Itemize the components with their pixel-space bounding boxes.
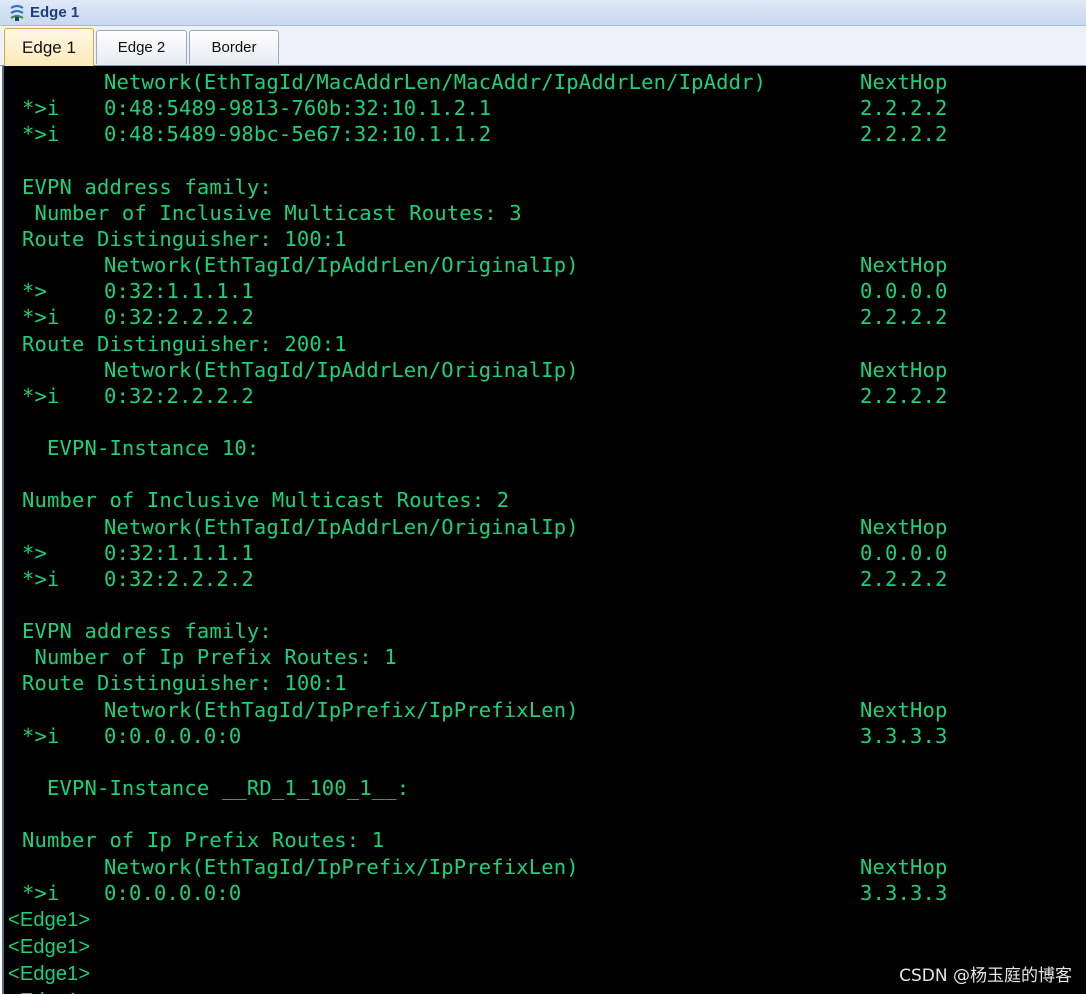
route-network: Network(EthTagId/IpAddrLen/OriginalIp) <box>104 357 579 382</box>
route-flag: *> <box>22 279 47 304</box>
route-network: Network(EthTagId/IpAddrLen/OriginalIp) <box>104 253 579 278</box>
tab-border[interactable]: Border <box>189 30 279 64</box>
route-flag: EVPN-Instance __RD_1_100_1__: <box>22 776 410 801</box>
route-nexthop: 0.0.0.0 <box>860 540 948 565</box>
route-flag: EVPN address family: <box>22 174 272 199</box>
route-flag: Number of Ip Prefix Routes: 1 <box>22 645 397 670</box>
tab-label: Edge 2 <box>117 39 166 56</box>
route-network: 0:32:1.1.1.1 <box>104 279 254 304</box>
terminal-line: EVPN address family: <box>4 174 1084 200</box>
terminal-line: *>i 0:32:2.2.2.2 2.2.2.2 <box>4 566 1084 592</box>
route-network: Network(EthTagId/IpAddrLen/OriginalIp) <box>104 514 579 539</box>
terminal-line: Network(EthTagId/IpPrefix/IpPrefixLen) Ne… <box>4 697 1084 723</box>
terminal-line: Network(EthTagId/MacAddrLen/MacAddr/IpAd… <box>4 69 1084 95</box>
terminal-line: Route Distinguisher: 100:1 <box>4 226 1084 252</box>
route-network: Network(EthTagId/IpPrefix/IpPrefixLen) <box>104 697 579 722</box>
route-nexthop: NextHop <box>860 70 948 94</box>
terminal-line: Number of Inclusive Multicast Routes: 3 <box>4 200 1084 226</box>
terminal-line: *> 0:32:1.1.1.1 0.0.0.0 <box>4 278 1084 304</box>
route-network: 0:0.0.0.0:0 <box>104 880 242 905</box>
route-nexthop: 2.2.2.2 <box>860 566 948 591</box>
route-flag: *>i <box>22 383 60 408</box>
route-nexthop: 2.2.2.2 <box>860 383 948 408</box>
route-flag: EVPN address family: <box>22 619 272 644</box>
session-tab-bar: Edge 1 Edge 2 Border <box>0 26 1086 66</box>
route-flag: Number of Inclusive Multicast Routes: 2 <box>22 488 510 513</box>
route-flag: Number of Ip Prefix Routes: 1 <box>22 828 385 853</box>
terminal-line: Network(EthTagId/IpAddrLen/OriginalIp) Ne… <box>4 514 1084 540</box>
route-network: Network(EthTagId/MacAddrLen/MacAddr/IpAd… <box>104 70 767 94</box>
route-nexthop: 2.2.2.2 <box>860 305 948 330</box>
route-network: 0:48:5489-9813-760b:32:10.1.2.1 <box>104 96 492 121</box>
route-flag: Route Distinguisher: 100:1 <box>22 226 347 251</box>
route-flag: *>i <box>22 96 60 121</box>
terminal-line: EVPN-Instance __RD_1_100_1__: <box>4 775 1084 801</box>
route-flag: *>i <box>22 723 60 748</box>
terminal-line: *>i 0:32:2.2.2.2 2.2.2.2 <box>4 304 1084 330</box>
route-flag: *> <box>22 540 47 565</box>
route-flag: Number of Inclusive Multicast Routes: 3 <box>22 200 522 225</box>
route-network: 0:0.0.0.0:0 <box>104 723 242 748</box>
terminal-line: Route Distinguisher: 100:1 <box>4 670 1084 696</box>
watermark: CSDN @杨玉庭的博客 <box>899 966 1072 986</box>
route-nexthop: NextHop <box>860 854 948 879</box>
terminal-line: *>i 0:48:5489-98bc-5e67:32:10.1.1.2 2.2.2.… <box>4 121 1084 147</box>
route-flag: Route Distinguisher: 100:1 <box>22 671 347 696</box>
terminal-window: Edge 1 Edge 1 Edge 2 Border Network(EthT… <box>0 0 1086 994</box>
route-nexthop: 3.3.3.3 <box>860 880 948 905</box>
terminal-line: EVPN-Instance 10: <box>4 435 1084 461</box>
terminal-output[interactable]: Network(EthTagId/MacAddrLen/MacAddr/IpAd… <box>2 66 1086 994</box>
route-nexthop: 0.0.0.0 <box>860 279 948 304</box>
route-network: 0:32:2.2.2.2 <box>104 305 254 330</box>
terminal-line: Number of Inclusive Multicast Routes: 2 <box>4 487 1084 513</box>
command-prompt: <Edge1> <box>8 908 91 931</box>
command-prompt: <Edge1> <box>8 988 90 994</box>
route-network: Network(EthTagId/IpPrefix/IpPrefixLen) <box>104 854 579 879</box>
route-flag: *>i <box>22 566 60 591</box>
tab-label: Border <box>211 39 257 56</box>
route-network: 0:32:1.1.1.1 <box>104 540 254 565</box>
route-flag: *>i <box>22 880 60 905</box>
command-prompt: <Edge1> <box>8 935 91 958</box>
terminal-line: *>i 0:32:2.2.2.2 2.2.2.2 <box>4 383 1084 409</box>
route-network: 0:32:2.2.2.2 <box>104 566 254 591</box>
terminal-line: Route Distinguisher: 200:1 <box>4 331 1084 357</box>
route-nexthop: NextHop <box>860 697 948 722</box>
route-flag: *>i <box>22 305 60 330</box>
tab-edge-2[interactable]: Edge 2 <box>96 30 187 64</box>
route-nexthop: 2.2.2.2 <box>860 122 948 147</box>
terminal-line: *>i 0:0.0.0.0:0 3.3.3.3 <box>4 723 1084 749</box>
route-nexthop: NextHop <box>860 357 948 382</box>
window-title: Edge 1 <box>30 4 80 21</box>
command-prompt: <Edge1> <box>8 962 91 985</box>
title-bar: Edge 1 <box>0 0 1086 26</box>
route-flag: *>i <box>22 122 60 147</box>
route-flag: Route Distinguisher: 200:1 <box>22 331 347 356</box>
terminal-line: *>i 0:0.0.0.0:0 3.3.3.3 <box>4 880 1084 906</box>
tab-label: Edge 1 <box>22 37 76 57</box>
route-network: 0:48:5489-98bc-5e67:32:10.1.1.2 <box>104 122 492 147</box>
route-network: 0:32:2.2.2.2 <box>104 383 254 408</box>
route-nexthop: NextHop <box>860 514 948 539</box>
terminal-line: Network(EthTagId/IpAddrLen/OriginalIp) Ne… <box>4 357 1084 383</box>
route-nexthop: 3.3.3.3 <box>860 723 948 748</box>
route-nexthop: 2.2.2.2 <box>860 96 948 121</box>
terminal-line: Network(EthTagId/IpPrefix/IpPrefixLen) Ne… <box>4 854 1084 880</box>
route-nexthop: NextHop <box>860 253 948 278</box>
route-flag: EVPN-Instance 10: <box>22 436 260 461</box>
terminal-line: Network(EthTagId/IpAddrLen/OriginalIp) Ne… <box>4 252 1084 278</box>
terminal-line: *> 0:32:1.1.1.1 0.0.0.0 <box>4 540 1084 566</box>
tab-edge-1[interactable]: Edge 1 <box>4 28 94 66</box>
terminal-line: Number of Ip Prefix Routes: 1 <box>4 827 1084 853</box>
terminal-line: Number of Ip Prefix Routes: 1 <box>4 644 1084 670</box>
terminal-line: *>i 0:48:5489-9813-760b:32:10.1.2.1 2.2.2.… <box>4 95 1084 121</box>
terminal-app-icon <box>6 2 28 24</box>
terminal-line: EVPN address family: <box>4 618 1084 644</box>
